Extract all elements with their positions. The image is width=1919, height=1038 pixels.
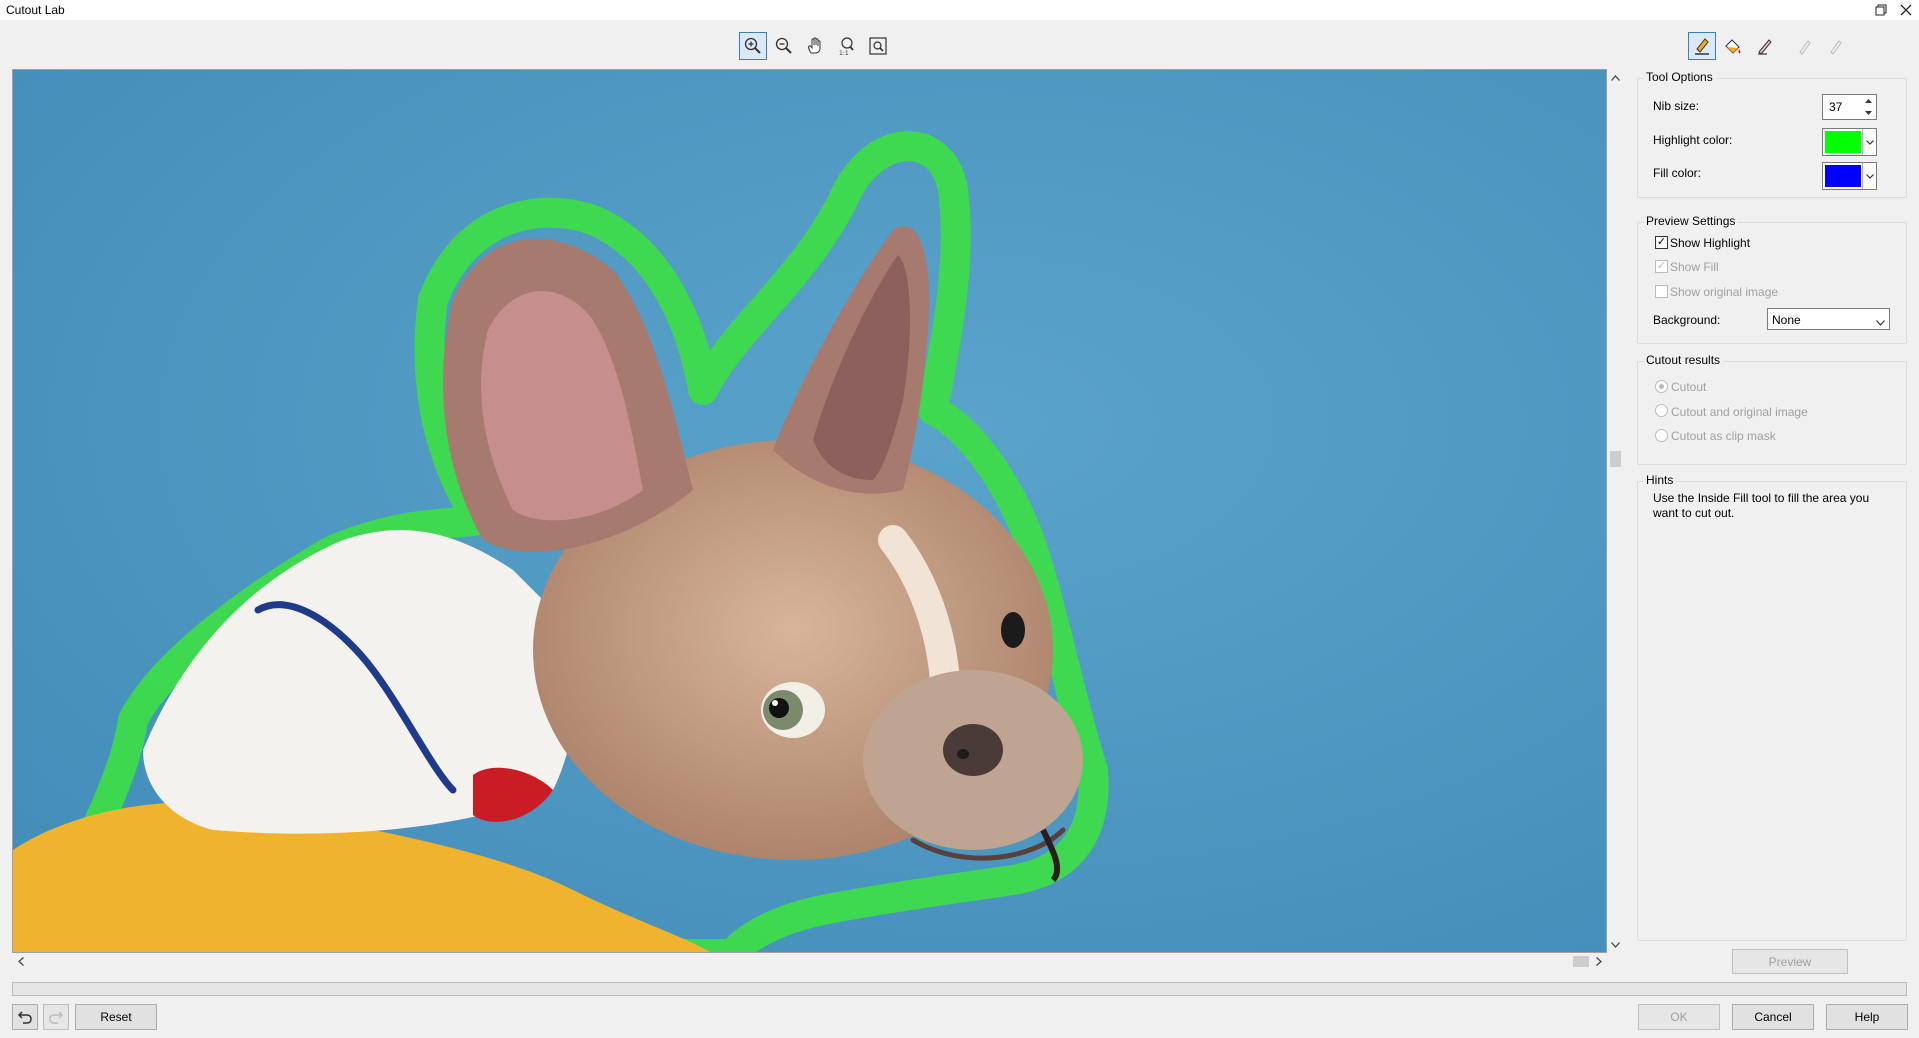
undo-icon [17, 1011, 32, 1024]
chevron-down-icon [1862, 129, 1876, 155]
cutout-radio [1655, 380, 1668, 393]
show-original-checkbox [1655, 285, 1668, 298]
zoom-one-to-one-icon[interactable]: 1:1 [833, 32, 861, 60]
ok-button: OK [1638, 1004, 1720, 1030]
scroll-down-icon[interactable] [1607, 936, 1624, 953]
tool-options-title: Tool Options [1644, 70, 1716, 84]
zoom-out-icon[interactable] [770, 32, 798, 60]
eraser-icon[interactable] [1751, 32, 1779, 60]
clip-mask-radio [1655, 429, 1668, 442]
dog-photo [13, 70, 1606, 952]
remove-detail-icon [1822, 32, 1850, 60]
nib-size-down-icon[interactable] [1860, 107, 1876, 119]
zoom-in-icon[interactable] [739, 32, 767, 60]
background-select[interactable]: None [1767, 308, 1890, 330]
cutout-results-title: Cutout results [1644, 353, 1724, 367]
cutout-original-radio [1655, 404, 1668, 417]
background-value: None [1772, 313, 1801, 327]
scroll-right-icon[interactable] [1590, 953, 1607, 970]
reset-button[interactable]: Reset [75, 1004, 157, 1030]
cancel-button[interactable]: Cancel [1732, 1004, 1814, 1030]
highlight-color-swatch [1825, 131, 1861, 153]
redo-button [43, 1004, 69, 1030]
hand-pan-icon[interactable] [801, 32, 829, 60]
highlight-color-picker[interactable] [1822, 128, 1877, 156]
undo-button[interactable] [12, 1004, 38, 1030]
show-original-label: Show original image [1670, 285, 1779, 299]
show-fill-checkbox: ✓ [1655, 260, 1668, 273]
nib-size-up-icon[interactable] [1860, 95, 1876, 107]
fill-color-label: Fill color: [1653, 166, 1702, 180]
scroll-left-icon[interactable] [12, 953, 29, 970]
restore-icon[interactable] [1868, 0, 1894, 20]
preview-settings-title: Preview Settings [1644, 214, 1739, 228]
highlight-color-label: Highlight color: [1653, 133, 1733, 147]
help-button[interactable]: Help [1826, 1004, 1908, 1030]
highlighter-icon[interactable] [1688, 32, 1716, 60]
clip-mask-radio-label: Cutout as clip mask [1671, 429, 1776, 443]
redo-icon [49, 1011, 64, 1024]
zoom-to-fit-icon[interactable] [864, 32, 892, 60]
hints-text: Use the Inside Fill tool to fill the are… [1653, 491, 1870, 520]
horizontal-scrollbar[interactable] [12, 953, 1607, 970]
close-icon[interactable] [1893, 0, 1919, 20]
window-title: Cutout Lab [6, 3, 65, 17]
progress-bar [12, 982, 1907, 996]
chevron-down-icon [1862, 163, 1876, 189]
hints-title: Hints [1644, 473, 1677, 487]
inside-fill-icon[interactable] [1719, 32, 1747, 60]
chevron-down-icon [1876, 315, 1885, 329]
preview-button: Preview [1732, 949, 1848, 974]
cutout-original-radio-label: Cutout and original image [1671, 405, 1808, 419]
background-label: Background: [1653, 313, 1721, 327]
vertical-scroll-thumb[interactable] [1610, 451, 1621, 467]
show-highlight-checkbox[interactable]: ✓ [1655, 236, 1668, 249]
nib-size-stepper[interactable]: 37 [1822, 94, 1877, 120]
fill-color-swatch [1825, 165, 1861, 187]
horizontal-scroll-thumb[interactable] [1573, 956, 1589, 967]
nib-size-value: 37 [1829, 100, 1843, 114]
add-detail-icon [1791, 32, 1819, 60]
fill-color-picker[interactable] [1822, 162, 1877, 190]
nib-size-label: Nib size: [1653, 99, 1700, 113]
svg-text:1:1: 1:1 [839, 50, 849, 56]
image-canvas[interactable] [12, 69, 1607, 953]
scroll-up-icon[interactable] [1607, 69, 1624, 86]
hints-group [1637, 481, 1907, 941]
title-bar: Cutout Lab [0, 0, 1919, 20]
vertical-scrollbar[interactable] [1607, 69, 1624, 953]
cutout-radio-label: Cutout [1671, 380, 1707, 394]
show-fill-label: Show Fill [1670, 260, 1719, 274]
show-highlight-label[interactable]: Show Highlight [1670, 236, 1750, 250]
